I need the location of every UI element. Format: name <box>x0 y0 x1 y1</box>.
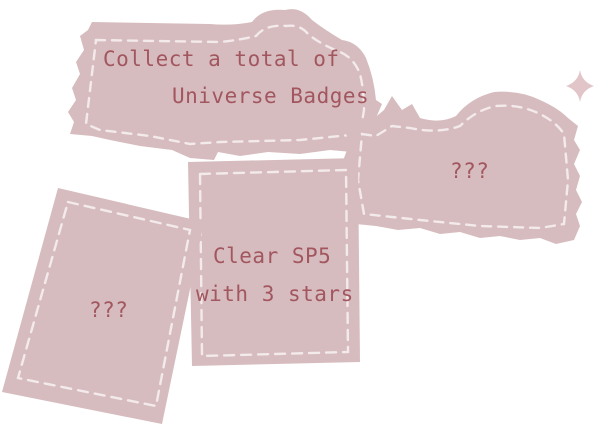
card-mystery-left-label: ??? <box>89 298 129 322</box>
card-mystery-right-label: ??? <box>450 159 490 183</box>
card-clear-sp5-line1: Clear SP5 <box>213 244 332 268</box>
card-universe-badges-line1: Collect a total of <box>103 47 340 71</box>
card-universe-badges-line2: Universe Badges <box>172 84 370 108</box>
card-clear-sp5-line2: with 3 stars <box>196 282 354 306</box>
sparkle-star-icon <box>566 70 594 102</box>
achievement-board: Collect a total of Universe Badges ??? C… <box>0 0 603 434</box>
